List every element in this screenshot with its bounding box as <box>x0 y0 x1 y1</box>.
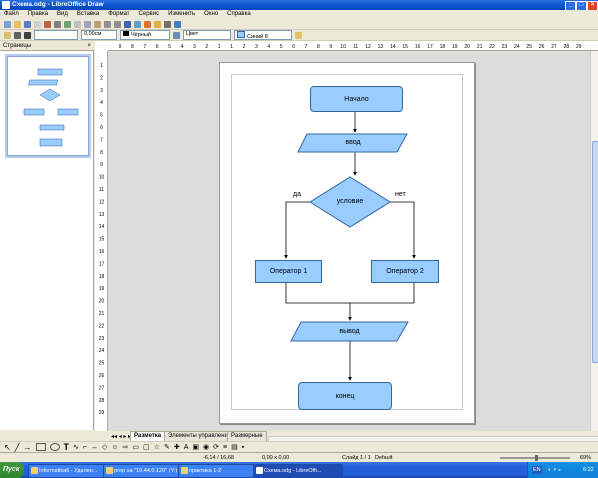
task-libreoffice[interactable]: Схема.odg - LibreOffi... <box>253 464 343 478</box>
end-label: конец <box>335 392 355 400</box>
system-tray: EN ◐ ◑ ◒ 6:22 <box>527 462 598 478</box>
flowchart-operator-1[interactable]: Оператор 1 <box>255 260 322 283</box>
curve-tool-icon[interactable]: ∿ <box>73 443 79 451</box>
input-label: ввод <box>345 139 361 146</box>
operator-1-label: Оператор 1 <box>269 268 308 275</box>
zoom-slider-handle[interactable] <box>535 455 538 461</box>
task-informatika[interactable]: Informatika6 - Удален... <box>28 464 112 478</box>
image-icon[interactable]: ▣ <box>192 443 199 451</box>
task-label: Схема.odg - LibreOffi... <box>264 468 322 474</box>
arrow-tool-icon[interactable]: → <box>24 443 32 452</box>
stars-icon[interactable]: ☆ <box>154 443 160 451</box>
text-tool-icon[interactable]: T <box>64 442 70 452</box>
task-icon <box>256 467 263 474</box>
flowchart-operator-2[interactable]: Оператор 2 <box>371 260 439 283</box>
drawing-toolbar: ↖ ╱ → T ∿ ⌐ ↔ ◇ ☺ ⇨ ▭ ▢ ☆ ✎ ✚ A ▣ ◉ ⟳ ≡ … <box>0 441 598 452</box>
flowchart-start[interactable]: Начало <box>310 86 403 112</box>
fontwork-icon[interactable]: A <box>184 444 189 451</box>
no-label: нет <box>395 191 406 198</box>
clock: 6:22 <box>583 467 594 473</box>
task-icon <box>181 467 188 474</box>
block-arrows-icon[interactable]: ⇨ <box>123 443 129 451</box>
status-bar: -6,14 / 16,68 0,00 x 0,00 Слайд 1 / 1 De… <box>0 452 598 462</box>
tray-icons[interactable]: ◐ ◑ ◒ <box>548 462 561 478</box>
start-button[interactable]: Пуск <box>0 462 24 478</box>
task-label: практика 1-2 <box>189 468 222 474</box>
flowchart-shapes-icon[interactable]: ▭ <box>132 443 139 451</box>
task-label: Informatika6 - Удален... <box>39 468 98 474</box>
task-label: prep на "10.44.0.120" (Y:) <box>114 468 178 474</box>
points-icon[interactable]: ✎ <box>164 443 170 451</box>
arrange-icon[interactable]: ▤ <box>231 443 238 451</box>
task-prep[interactable]: prep на "10.44.0.120" (Y:) <box>103 464 187 478</box>
condition-label: условие <box>336 198 364 205</box>
operator-2-label: Оператор 2 <box>386 268 424 275</box>
output-label: вывод <box>339 328 360 335</box>
callouts-icon[interactable]: ▢ <box>143 443 150 451</box>
yes-label: да <box>293 191 301 198</box>
line-tool-icon[interactable]: ╱ <box>15 443 20 452</box>
align-icon[interactable]: ≡ <box>223 444 227 451</box>
extrusion-icon[interactable]: ◉ <box>203 443 209 451</box>
task-icon <box>106 467 113 474</box>
start-label: Начало <box>344 95 369 103</box>
task-icon <box>31 467 38 474</box>
layer-tabs: ◂◂ ◂ ▸ ▸▸ Разметка Элементы управления Р… <box>108 431 598 442</box>
rotate-icon[interactable]: ⟳ <box>213 443 219 451</box>
flowchart-end[interactable]: конец <box>298 382 392 410</box>
lines-arrows-icon[interactable]: ↔ <box>91 444 98 451</box>
symbol-shapes-icon[interactable]: ☺ <box>111 444 118 451</box>
language-indicator[interactable]: EN <box>532 466 542 474</box>
connector-tool-icon[interactable]: ⌐ <box>83 444 87 451</box>
shadow-toggle-icon[interactable]: ▪ <box>242 444 244 451</box>
basic-shapes-icon[interactable]: ◇ <box>102 443 107 451</box>
rectangle-tool-icon[interactable] <box>35 443 46 451</box>
glue-points-icon[interactable]: ✚ <box>174 443 180 451</box>
ellipse-tool-icon[interactable] <box>49 443 60 451</box>
task-practice[interactable]: практика 1-2 <box>178 464 262 478</box>
select-icon[interactable]: ↖ <box>4 443 11 452</box>
